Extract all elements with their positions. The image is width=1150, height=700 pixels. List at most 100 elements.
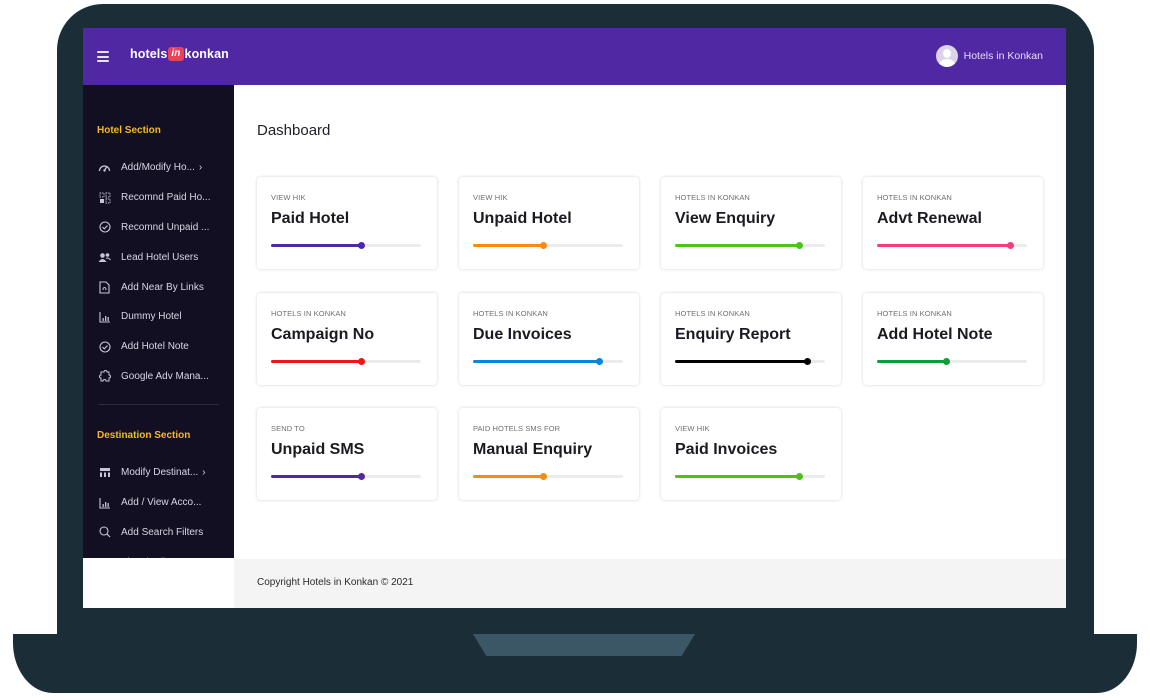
user-name: Hotels in Konkan	[963, 50, 1043, 62]
progress-fill	[675, 244, 800, 247]
chevron-right-icon: ›	[198, 162, 203, 174]
puzzle-icon	[98, 370, 111, 383]
sidebar-item-recomnd-paid-hotel[interactable]: Recomnd Paid Ho...	[83, 183, 234, 213]
sidebar-item-google-adv-manager[interactable]: Google Adv Mana...	[83, 362, 234, 392]
card-kicker: Send To	[271, 424, 305, 433]
sidebar-item-add-modify-hotel[interactable]: Add/Modify Ho... ›	[83, 153, 234, 183]
card-kicker: Hotels in Konkan	[675, 309, 750, 318]
footer: Copyright Hotels in Konkan © 2021	[234, 559, 1066, 608]
progress-fill	[473, 475, 544, 478]
brand-logo[interactable]: hotels in konkan	[130, 47, 229, 61]
card-kicker: Hotels in Konkan	[271, 309, 346, 318]
sidebar-item-add-near-by-links[interactable]: Add Near By Links	[83, 272, 234, 302]
progress-handle	[1007, 242, 1014, 249]
file-link-icon	[98, 281, 111, 294]
card-kicker: View HIK	[271, 193, 306, 202]
sidebar-item-modify-destination[interactable]: Modify Destinat... ›	[83, 458, 234, 488]
card-kicker: Paid Hotels SMS For	[473, 424, 561, 433]
sidebar-item-add-search-filters[interactable]: Add Search Filters	[83, 518, 234, 548]
sidebar-item-label: Dummy Hotel	[121, 311, 182, 323]
check-circle-icon	[98, 340, 111, 353]
sidebar-bottom-blank	[83, 558, 234, 608]
dashboard-card-due-invoices[interactable]: Hotels in Konkan Due Invoices	[459, 293, 639, 385]
sidebar-item-label: Add / View Acco...	[121, 497, 202, 509]
dashboard-card-advt-renewal[interactable]: Hotels in Konkan Advt Renewal	[863, 177, 1043, 269]
progress-track	[473, 358, 623, 365]
dashboard-card-view-enquiry[interactable]: Hotels in Konkan View Enquiry	[661, 177, 841, 269]
progress-track	[675, 242, 825, 249]
laptop-mockup: hotels in konkan Hotels in Konkan Hotel …	[0, 0, 1150, 700]
sidebar-item-lead-hotel-users[interactable]: Lead Hotel Users	[83, 242, 234, 272]
logo-in-badge: in	[168, 47, 184, 61]
dashboard-card-campaign-no[interactable]: Hotels in Konkan Campaign No	[257, 293, 437, 385]
card-kicker: Hotels in Konkan	[473, 309, 548, 318]
card-kicker: Hotels in Konkan	[877, 193, 952, 202]
progress-fill	[877, 244, 1011, 247]
progress-handle	[540, 473, 547, 480]
sidebar-item-add-view-accommodation[interactable]: Add / View Acco...	[83, 488, 234, 518]
sidebar-item-label: Add Search Filters	[121, 526, 204, 538]
page-title: Dashboard	[257, 122, 331, 139]
top-navbar: hotels in konkan Hotels in Konkan	[83, 28, 1066, 85]
progress-track	[473, 242, 623, 249]
main-content: Dashboard View HIK Paid Hotel View HIK Unpa…	[234, 85, 1066, 559]
user-menu[interactable]: Hotels in Konkan	[935, 45, 1043, 67]
progress-track	[877, 242, 1027, 249]
app-screen: hotels in konkan Hotels in Konkan Hotel …	[83, 28, 1066, 608]
progress-track	[271, 358, 421, 365]
sidebar-item-view-edit-search[interactable]: View / Edit Searc...	[83, 547, 234, 558]
progress-track	[473, 473, 623, 480]
progress-handle	[796, 242, 803, 249]
card-title: Unpaid Hotel	[473, 210, 572, 227]
card-title: Unpaid SMS	[271, 441, 365, 458]
progress-handle	[357, 473, 365, 480]
card-title: Advt Renewal	[877, 210, 982, 227]
progress-track	[675, 358, 825, 365]
table-icon	[98, 466, 111, 479]
bar-chart-icon	[98, 310, 111, 323]
chevron-right-icon: ›	[202, 467, 206, 479]
dashboard-card-add-hotel-note[interactable]: Hotels in Konkan Add Hotel Note	[863, 293, 1043, 385]
progress-track	[675, 473, 825, 480]
card-title: View Enquiry	[675, 210, 776, 227]
progress-handle	[357, 242, 365, 249]
card-kicker: Hotels in Konkan	[675, 193, 750, 202]
sidebar-item-recomnd-unpaid[interactable]: Recomnd Unpaid ...	[83, 213, 234, 243]
dashboard-card-enquiry-report[interactable]: Hotels in Konkan Enquiry Report	[661, 293, 841, 385]
card-title: Add Hotel Note	[877, 326, 993, 343]
progress-handle	[796, 473, 803, 480]
card-title: Enquiry Report	[675, 326, 791, 343]
card-kicker: View HIK	[675, 424, 710, 433]
progress-fill	[271, 360, 361, 363]
dashboard-card-unpaid-hotel[interactable]: View HIK Unpaid Hotel	[459, 177, 639, 269]
dashboard-card-unpaid-sms[interactable]: Send To Unpaid SMS	[257, 408, 437, 500]
sidebar-item-label: Add Near By Links	[121, 281, 204, 293]
laptop-notch	[473, 634, 695, 656]
grid-dots-icon	[98, 191, 111, 204]
progress-track	[271, 473, 421, 480]
user-avatar-icon	[935, 45, 958, 67]
dashboard-card-paid-invoices[interactable]: View HIK Paid Invoices	[661, 408, 841, 500]
sidebar-item-dummy-hotel[interactable]: Dummy Hotel	[83, 302, 234, 332]
progress-handle	[595, 358, 603, 365]
card-kicker: Hotels in Konkan	[877, 309, 952, 318]
hotel-section-title: Hotel Section	[97, 125, 161, 136]
sidebar-item-add-hotel-note[interactable]: Add Hotel Note	[83, 332, 234, 362]
card-title: Due Invoices	[473, 326, 572, 343]
progress-handle	[942, 358, 950, 365]
sidebar-item-label: Google Adv Mana...	[121, 370, 209, 382]
dashboard-card-manual-enquiry[interactable]: Paid Hotels SMS For Manual Enquiry	[459, 408, 639, 500]
sidebar-item-label: Add Hotel Note	[121, 341, 189, 353]
sidebar-item-label: Lead Hotel Users	[121, 251, 199, 263]
progress-handle	[803, 358, 811, 365]
hamburger-icon[interactable]	[97, 51, 109, 62]
progress-handle	[540, 242, 547, 249]
sidebar-divider	[98, 404, 219, 405]
dashboard-gauge-icon	[98, 161, 111, 174]
sidebar-item-label: Recomnd Paid Ho...	[121, 192, 211, 204]
users-icon	[98, 251, 111, 264]
dashboard-card-paid-hotel[interactable]: View HIK Paid Hotel	[257, 177, 437, 269]
card-title: Campaign No	[271, 326, 375, 343]
progress-fill	[675, 475, 800, 478]
check-circle-icon	[98, 221, 111, 234]
